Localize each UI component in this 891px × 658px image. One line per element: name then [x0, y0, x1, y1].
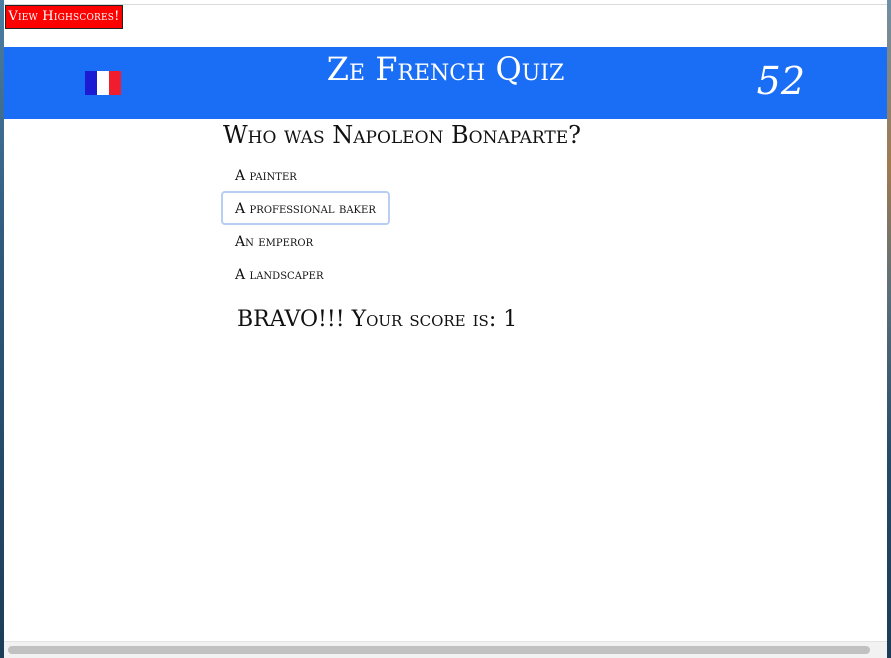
- desktop-background-right: [887, 0, 891, 658]
- view-highscores-button[interactable]: View Highscores!: [5, 5, 123, 29]
- answer-option-landscaper[interactable]: A landscaper: [221, 257, 337, 291]
- scrollbar-thumb[interactable]: [8, 646, 870, 654]
- countdown-timer: 52: [756, 59, 805, 103]
- score-result-text: BRAVO!!! Your score is: 1: [237, 307, 518, 332]
- answer-option-emperor[interactable]: An emperor: [221, 224, 327, 258]
- page-title: Ze French Quiz: [326, 50, 565, 88]
- quiz-header: Ze French Quiz 52: [4, 47, 887, 119]
- answer-option-baker[interactable]: A professional baker: [221, 191, 390, 225]
- answer-option-painter[interactable]: A painter: [221, 158, 311, 192]
- question-text: Who was Napoleon Bonaparte?: [223, 121, 582, 149]
- browser-window: View Highscores! Ze French Quiz 52 Who w…: [4, 0, 887, 658]
- window-top-border: [4, 4, 887, 5]
- horizontal-scrollbar[interactable]: [4, 641, 887, 658]
